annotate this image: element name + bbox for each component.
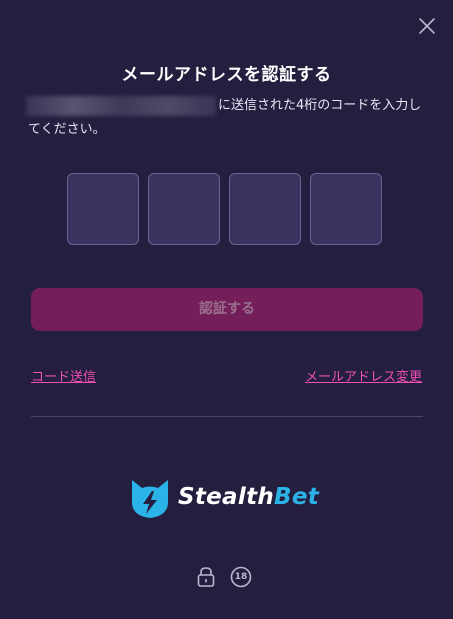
brand-logo: StealthBet	[128, 474, 319, 520]
age-18-badge: 18	[230, 566, 252, 588]
instruction-line-1: に送信された4桁のコードを入力し	[218, 98, 422, 113]
lock-icon	[197, 567, 215, 587]
code-input-group	[67, 173, 382, 245]
resend-code-link[interactable]: コード送信	[31, 366, 96, 385]
divider	[31, 416, 423, 417]
brand-name: StealthBet	[178, 484, 320, 510]
code-digit-2[interactable]	[148, 173, 220, 245]
code-digit-1[interactable]	[67, 173, 139, 245]
code-digit-4[interactable]	[310, 173, 382, 245]
modal-title: メールアドレスを認証する	[121, 65, 332, 85]
change-email-link[interactable]: メールアドレス変更	[305, 366, 422, 385]
instruction-text: に送信された4桁のコードを入力し てください。	[26, 93, 436, 143]
stealthbet-cat-icon	[128, 474, 172, 520]
verify-button[interactable]: 認証する	[31, 288, 423, 331]
close-button[interactable]	[417, 16, 437, 36]
footer-icons: 18	[196, 566, 252, 588]
close-icon	[419, 18, 435, 34]
instruction-line-2: てください。	[28, 122, 106, 137]
code-digit-3[interactable]	[229, 173, 301, 245]
redacted-email	[26, 95, 216, 116]
